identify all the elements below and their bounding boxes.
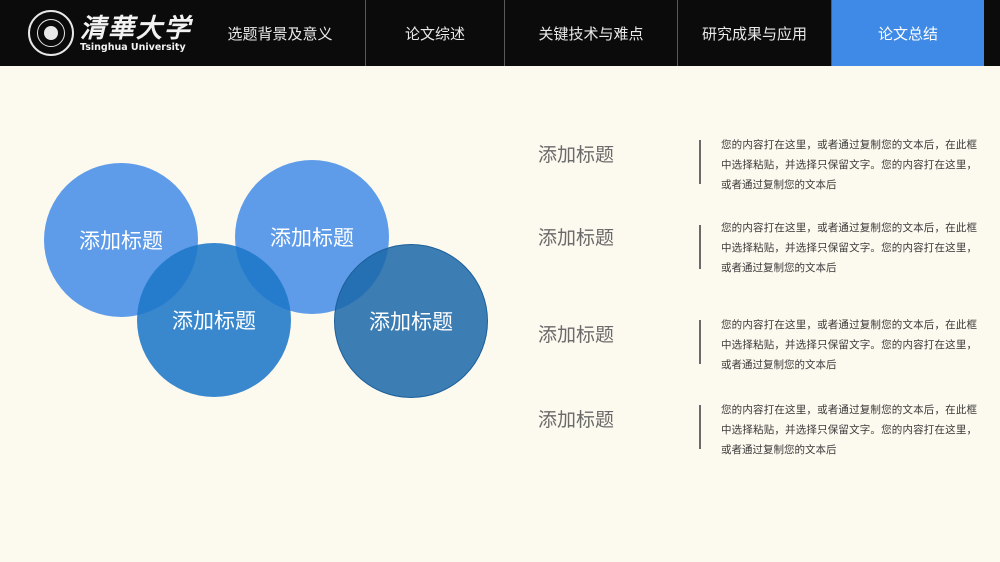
overlapping-circles-diagram: 添加标题 添加标题 添加标题 添加标题 [0, 0, 500, 562]
item-divider [699, 225, 701, 269]
item-divider [699, 405, 701, 449]
circle-label: 添加标题 [369, 310, 453, 334]
nav-tab-results[interactable]: 研究成果与应用 [678, 0, 832, 66]
item-text[interactable]: 您的内容打在这里，或者通过复制您的文本后，在此框中选择粘贴，并选择只保留文字。您… [721, 218, 977, 278]
item-divider [699, 140, 701, 184]
circle-title-3[interactable]: 添加标题 [137, 243, 291, 397]
circle-label: 添加标题 [270, 226, 354, 250]
item-divider [699, 320, 701, 364]
header-right-edge [984, 0, 1000, 66]
circle-title-4[interactable]: 添加标题 [334, 244, 488, 398]
item-text[interactable]: 您的内容打在这里，或者通过复制您的文本后，在此框中选择粘贴，并选择只保留文字。您… [721, 135, 977, 195]
item-text[interactable]: 您的内容打在这里，或者通过复制您的文本后，在此框中选择粘贴，并选择只保留文字。您… [721, 315, 977, 375]
item-title[interactable]: 添加标题 [538, 223, 614, 250]
nav-tab-key-tech[interactable]: 关键技术与难点 [505, 0, 678, 66]
item-text[interactable]: 您的内容打在这里，或者通过复制您的文本后，在此框中选择粘贴，并选择只保留文字。您… [721, 400, 977, 460]
circle-label: 添加标题 [172, 309, 256, 333]
item-title[interactable]: 添加标题 [538, 405, 614, 432]
item-title[interactable]: 添加标题 [538, 320, 614, 347]
nav-tab-summary[interactable]: 论文总结 [832, 0, 984, 66]
item-title[interactable]: 添加标题 [538, 140, 614, 167]
circle-label: 添加标题 [79, 229, 163, 253]
